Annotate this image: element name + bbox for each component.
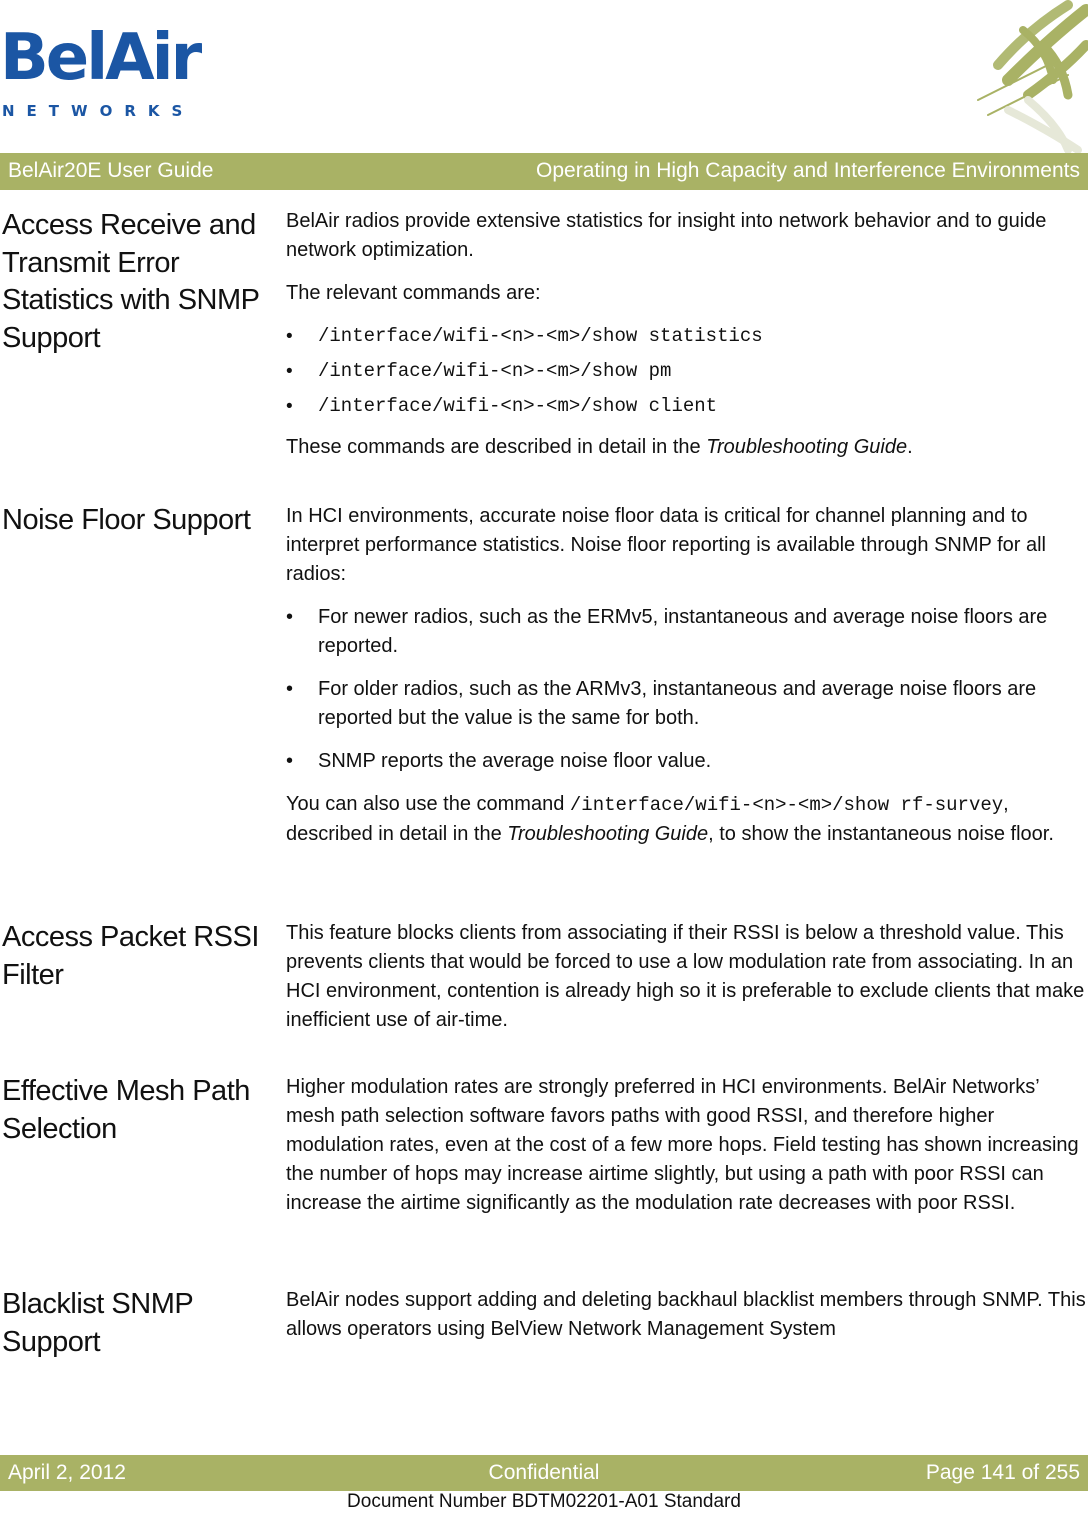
list-item: • SNMP reports the average noise floor v… bbox=[286, 747, 1086, 776]
command-item: • /interface/wifi-<n>-<m>/show client bbox=[286, 392, 1086, 421]
bullet-icon: • bbox=[286, 361, 293, 382]
footer-bar: April 2, 2012 Confidential Page 141 of 2… bbox=[0, 1455, 1088, 1491]
paragraph: BelAir nodes support adding and deleting… bbox=[286, 1289, 1086, 1340]
bullet-icon: • bbox=[286, 750, 294, 772]
command-text: /interface/wifi-<n>-<m>/show client bbox=[318, 395, 718, 417]
chapter-title: Operating in High Capacity and Interfere… bbox=[536, 159, 1080, 182]
belair-emblem-icon bbox=[977, 0, 1088, 154]
list-item: • For older radios, such as the ARMv3, i… bbox=[286, 675, 1086, 733]
paragraph: BelAir radios provide extensive statisti… bbox=[286, 210, 1047, 261]
header-bar: BelAir20E User Guide Operating in High C… bbox=[0, 153, 1088, 190]
section-heading: Blacklist SNMP Support bbox=[2, 1288, 193, 1358]
list-item-text: For newer radios, such as the ERMv5, ins… bbox=[318, 606, 1048, 657]
text: You can also use the command bbox=[286, 793, 570, 815]
command-text: /interface/wifi-<n>-<m>/show pm bbox=[318, 360, 672, 382]
list-item-text: For older radios, such as the ARMv3, ins… bbox=[318, 678, 1037, 729]
list-item: • For newer radios, such as the ERMv5, i… bbox=[286, 603, 1086, 661]
section-heading: Effective Mesh Path Selection bbox=[2, 1075, 250, 1145]
footer-classification: Confidential bbox=[488, 1461, 600, 1484]
section-heading: Access Receive and Transmit Error Statis… bbox=[2, 209, 259, 354]
section-heading: Access Packet RSSI Filter bbox=[2, 921, 259, 991]
paragraph: Higher modulation rates are strongly pre… bbox=[286, 1076, 1079, 1214]
paragraph: You can also use the command /interface/… bbox=[286, 790, 1086, 849]
text: These commands are described in detail i… bbox=[286, 436, 707, 458]
list-item-text: SNMP reports the average noise floor val… bbox=[318, 750, 712, 772]
bullet-icon: • bbox=[286, 396, 293, 417]
guide-reference: Troubleshooting Guide bbox=[706, 436, 908, 458]
paragraph: In HCI environments, accurate noise floo… bbox=[286, 505, 1046, 585]
section-body: In HCI environments, accurate noise floo… bbox=[286, 502, 1086, 863]
paragraph: This feature blocks clients from associa… bbox=[286, 922, 1085, 1031]
section-body: This feature blocks clients from associa… bbox=[286, 919, 1086, 1049]
section-heading: Noise Floor Support bbox=[2, 504, 251, 536]
bullet-icon: • bbox=[286, 678, 294, 700]
command-item: • /interface/wifi-<n>-<m>/show statistic… bbox=[286, 322, 1086, 351]
paragraph: These commands are described in detail i… bbox=[286, 433, 1086, 462]
text: , to show the instantaneous noise floor. bbox=[708, 823, 1054, 845]
command-item: • /interface/wifi-<n>-<m>/show pm bbox=[286, 357, 1086, 386]
guide-reference: Troubleshooting Guide bbox=[507, 823, 709, 845]
paragraph: The relevant commands are: bbox=[286, 282, 541, 304]
bullet-icon: • bbox=[286, 606, 294, 628]
document-number: Document Number BDTM02201-A01 Standard bbox=[347, 1491, 741, 1512]
logo-tagline: NETWORKS bbox=[2, 102, 195, 120]
section-body: BelAir radios provide extensive statisti… bbox=[286, 207, 1086, 476]
logo-wordmark: BelAir bbox=[0, 21, 202, 95]
footer-page-number: Page 141 of 255 bbox=[925, 1461, 1080, 1484]
bullet-icon: • bbox=[286, 326, 293, 347]
section-body: BelAir nodes support adding and deleting… bbox=[286, 1286, 1086, 1358]
section-body: Higher modulation rates are strongly pre… bbox=[286, 1073, 1086, 1232]
text: . bbox=[907, 436, 913, 458]
command-text: /interface/wifi-<n>-<m>/show statistics bbox=[318, 325, 763, 347]
guide-title: BelAir20E User Guide bbox=[8, 159, 214, 182]
inline-command: /interface/wifi-<n>-<m>/show rf-survey bbox=[569, 794, 1004, 816]
